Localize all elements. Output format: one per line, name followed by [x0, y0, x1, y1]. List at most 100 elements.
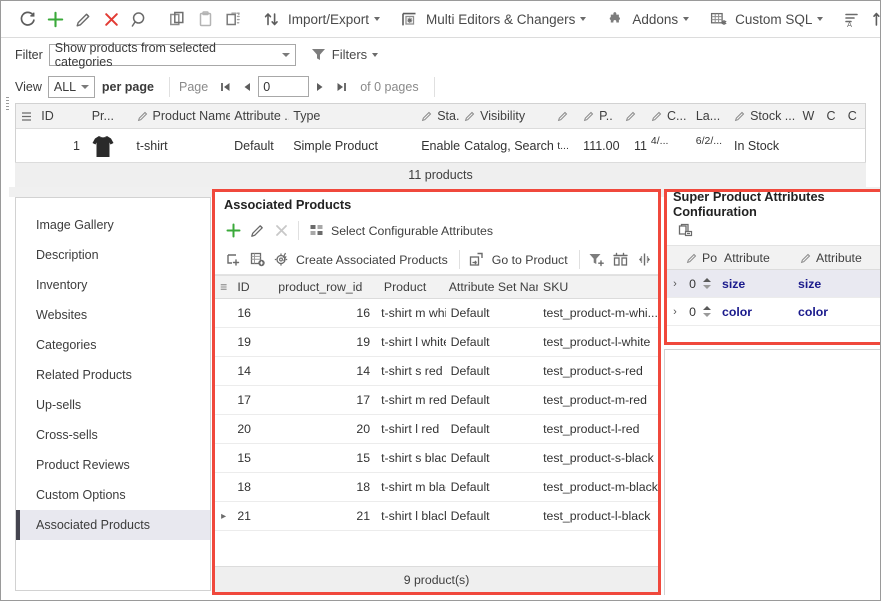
sort-alpha-icon[interactable]: A [838, 5, 866, 33]
refresh-button[interactable] [13, 5, 41, 33]
go-to-product-icon[interactable] [465, 248, 489, 272]
sidebar-item-inventory[interactable]: Inventory [16, 270, 210, 300]
table-row[interactable]: 16 16 t-shirt m whi... Default test_prod… [215, 299, 658, 328]
filter-select[interactable]: Show products from selected categories [48, 41, 296, 69]
table-row[interactable]: 14 14 t-shirt s red Default test_product… [215, 357, 658, 386]
chevron-down-icon[interactable] [277, 45, 295, 65]
next-page-button[interactable] [309, 76, 331, 98]
sidebar-resize-grip[interactable] [6, 97, 10, 111]
prev-page-button[interactable] [236, 76, 258, 98]
col-pr[interactable]: Pr... [88, 104, 133, 129]
ap-col-id[interactable]: ID [232, 276, 276, 298]
pos-stepper[interactable] [699, 270, 715, 297]
view-bar: View ALL per page Page 0 of 0 pages [1, 71, 880, 102]
table-row[interactable]: 19 19 t-shirt l white Default test_produ… [215, 328, 658, 357]
go-to-product-button[interactable]: Go to Product [489, 248, 574, 272]
sidebar-item-custom-options[interactable]: Custom Options [16, 480, 210, 510]
col-product-name[interactable]: Product Name [133, 104, 230, 129]
add-button[interactable] [41, 5, 69, 33]
col-visibility[interactable]: Visibility [460, 104, 553, 129]
custom-sql-icon[interactable] [704, 5, 732, 33]
sidebar-item-product-reviews[interactable]: Product Reviews [16, 450, 210, 480]
remove-attribute-icon[interactable] [673, 219, 697, 243]
associated-grid-body[interactable]: 16 16 t-shirt m whi... Default test_prod… [215, 299, 658, 544]
duplicate-icon[interactable] [219, 5, 247, 33]
col-unnamed-1[interactable] [553, 104, 579, 129]
pos-stepper[interactable] [699, 298, 715, 325]
sidebar-item-related-products[interactable]: Related Products [16, 360, 210, 390]
ap-col-sku[interactable]: SKU [538, 276, 658, 298]
addons-icon[interactable] [601, 5, 629, 33]
copy-icon[interactable] [163, 5, 191, 33]
col-last[interactable]: La... [692, 104, 730, 129]
import-export-icon[interactable] [257, 5, 285, 33]
sa-col-attribute-code[interactable]: Attribute [717, 246, 796, 269]
expand-row-icon[interactable]: › [667, 270, 683, 297]
sa-col-attribute-label[interactable]: Attribute [796, 246, 880, 269]
new-record-icon[interactable] [245, 248, 269, 272]
col-w[interactable]: W [799, 104, 823, 129]
add-filter-icon[interactable] [585, 248, 609, 272]
col-price[interactable]: P.. [579, 104, 621, 129]
table-row[interactable]: 17 17 t-shirt m red Default test_product… [215, 386, 658, 415]
sort-ascending-icon[interactable] [866, 5, 880, 33]
table-row[interactable]: › 0 size size [667, 270, 880, 298]
col-type[interactable]: Type [289, 104, 417, 129]
per-page-select[interactable]: ALL [47, 75, 95, 98]
sidebar-item-cross-sells[interactable]: Cross-sells [16, 420, 210, 450]
grid-menu-icon[interactable] [215, 276, 232, 298]
cell-attribute-label: color [798, 304, 829, 319]
last-page-button[interactable] [331, 76, 353, 98]
col-status[interactable]: Sta... [417, 104, 460, 129]
grid-menu-icon[interactable] [16, 104, 37, 129]
select-configurable-attributes-button[interactable]: Select Configurable Attributes [328, 219, 499, 243]
custom-sql-button[interactable]: Custom SQL [732, 5, 828, 33]
first-page-button[interactable] [214, 76, 236, 98]
chevron-down-icon[interactable] [76, 77, 94, 97]
ap-col-product[interactable]: Product [376, 276, 446, 298]
ap-edit-button[interactable] [245, 219, 269, 243]
edit-button[interactable] [69, 5, 97, 33]
sidebar-item-websites[interactable]: Websites [16, 300, 210, 330]
sa-col-pos[interactable]: Pos [683, 246, 717, 269]
clipboard-icon[interactable] [191, 5, 219, 33]
table-row[interactable]: 1 t-shirt Default Simple Product Enabled… [16, 129, 865, 163]
sidebar-item-image-gallery[interactable]: Image Gallery [16, 210, 210, 240]
col-c3[interactable]: C [844, 104, 865, 129]
sidebar-item-associated-products[interactable]: Associated Products [16, 510, 210, 540]
col-c2[interactable]: C [823, 104, 844, 129]
split-view-icon[interactable] [633, 248, 657, 272]
multi-editors-button[interactable]: Multi Editors & Changers [423, 5, 591, 33]
table-row[interactable]: 18 18 t-shirt m black Default test_produ… [215, 473, 658, 502]
create-associated-products-icon[interactable] [269, 248, 293, 272]
search-button[interactable] [125, 5, 153, 33]
col-unnamed-2[interactable] [621, 104, 647, 129]
select-configurable-attributes-icon[interactable] [304, 219, 328, 243]
addons-button[interactable]: Addons [629, 5, 694, 33]
col-c1[interactable]: C... [647, 104, 692, 129]
col-id[interactable]: ID [37, 104, 88, 129]
multi-editors-icon[interactable] [395, 5, 423, 33]
table-row[interactable]: ▸ 21 21 t-shirt l black Default test_pro… [215, 502, 658, 531]
sidebar-item-description[interactable]: Description [16, 240, 210, 270]
product-grid-footer: 11 products [15, 162, 866, 187]
create-associated-products-button[interactable]: Create Associated Products [293, 248, 454, 272]
columns-icon[interactable] [609, 248, 633, 272]
col-attribute-set[interactable]: Attribute ... [230, 104, 289, 129]
sidebar-item-categories[interactable]: Categories [16, 330, 210, 360]
new-row-icon[interactable] [221, 248, 245, 272]
import-export-button[interactable]: Import/Export [285, 5, 385, 33]
table-row[interactable]: 20 20 t-shirt l red Default test_product… [215, 415, 658, 444]
filters-button[interactable]: Filters [310, 46, 379, 63]
expand-row-icon[interactable]: › [667, 298, 683, 325]
sidebar-item-up-sells[interactable]: Up-sells [16, 390, 210, 420]
cell-attribute-code: size [722, 276, 746, 291]
col-stock[interactable]: Stock ... [730, 104, 798, 129]
table-row[interactable]: › 0 color color [667, 298, 880, 326]
ap-add-button[interactable] [221, 219, 245, 243]
ap-col-product-row-id[interactable]: product_row_id [276, 276, 376, 298]
ap-col-attribute-set-name[interactable]: Attribute Set Name [446, 276, 538, 298]
table-row[interactable]: 15 15 t-shirt s black Default test_produ… [215, 444, 658, 473]
delete-button[interactable] [97, 5, 125, 33]
page-input[interactable]: 0 [258, 76, 310, 97]
